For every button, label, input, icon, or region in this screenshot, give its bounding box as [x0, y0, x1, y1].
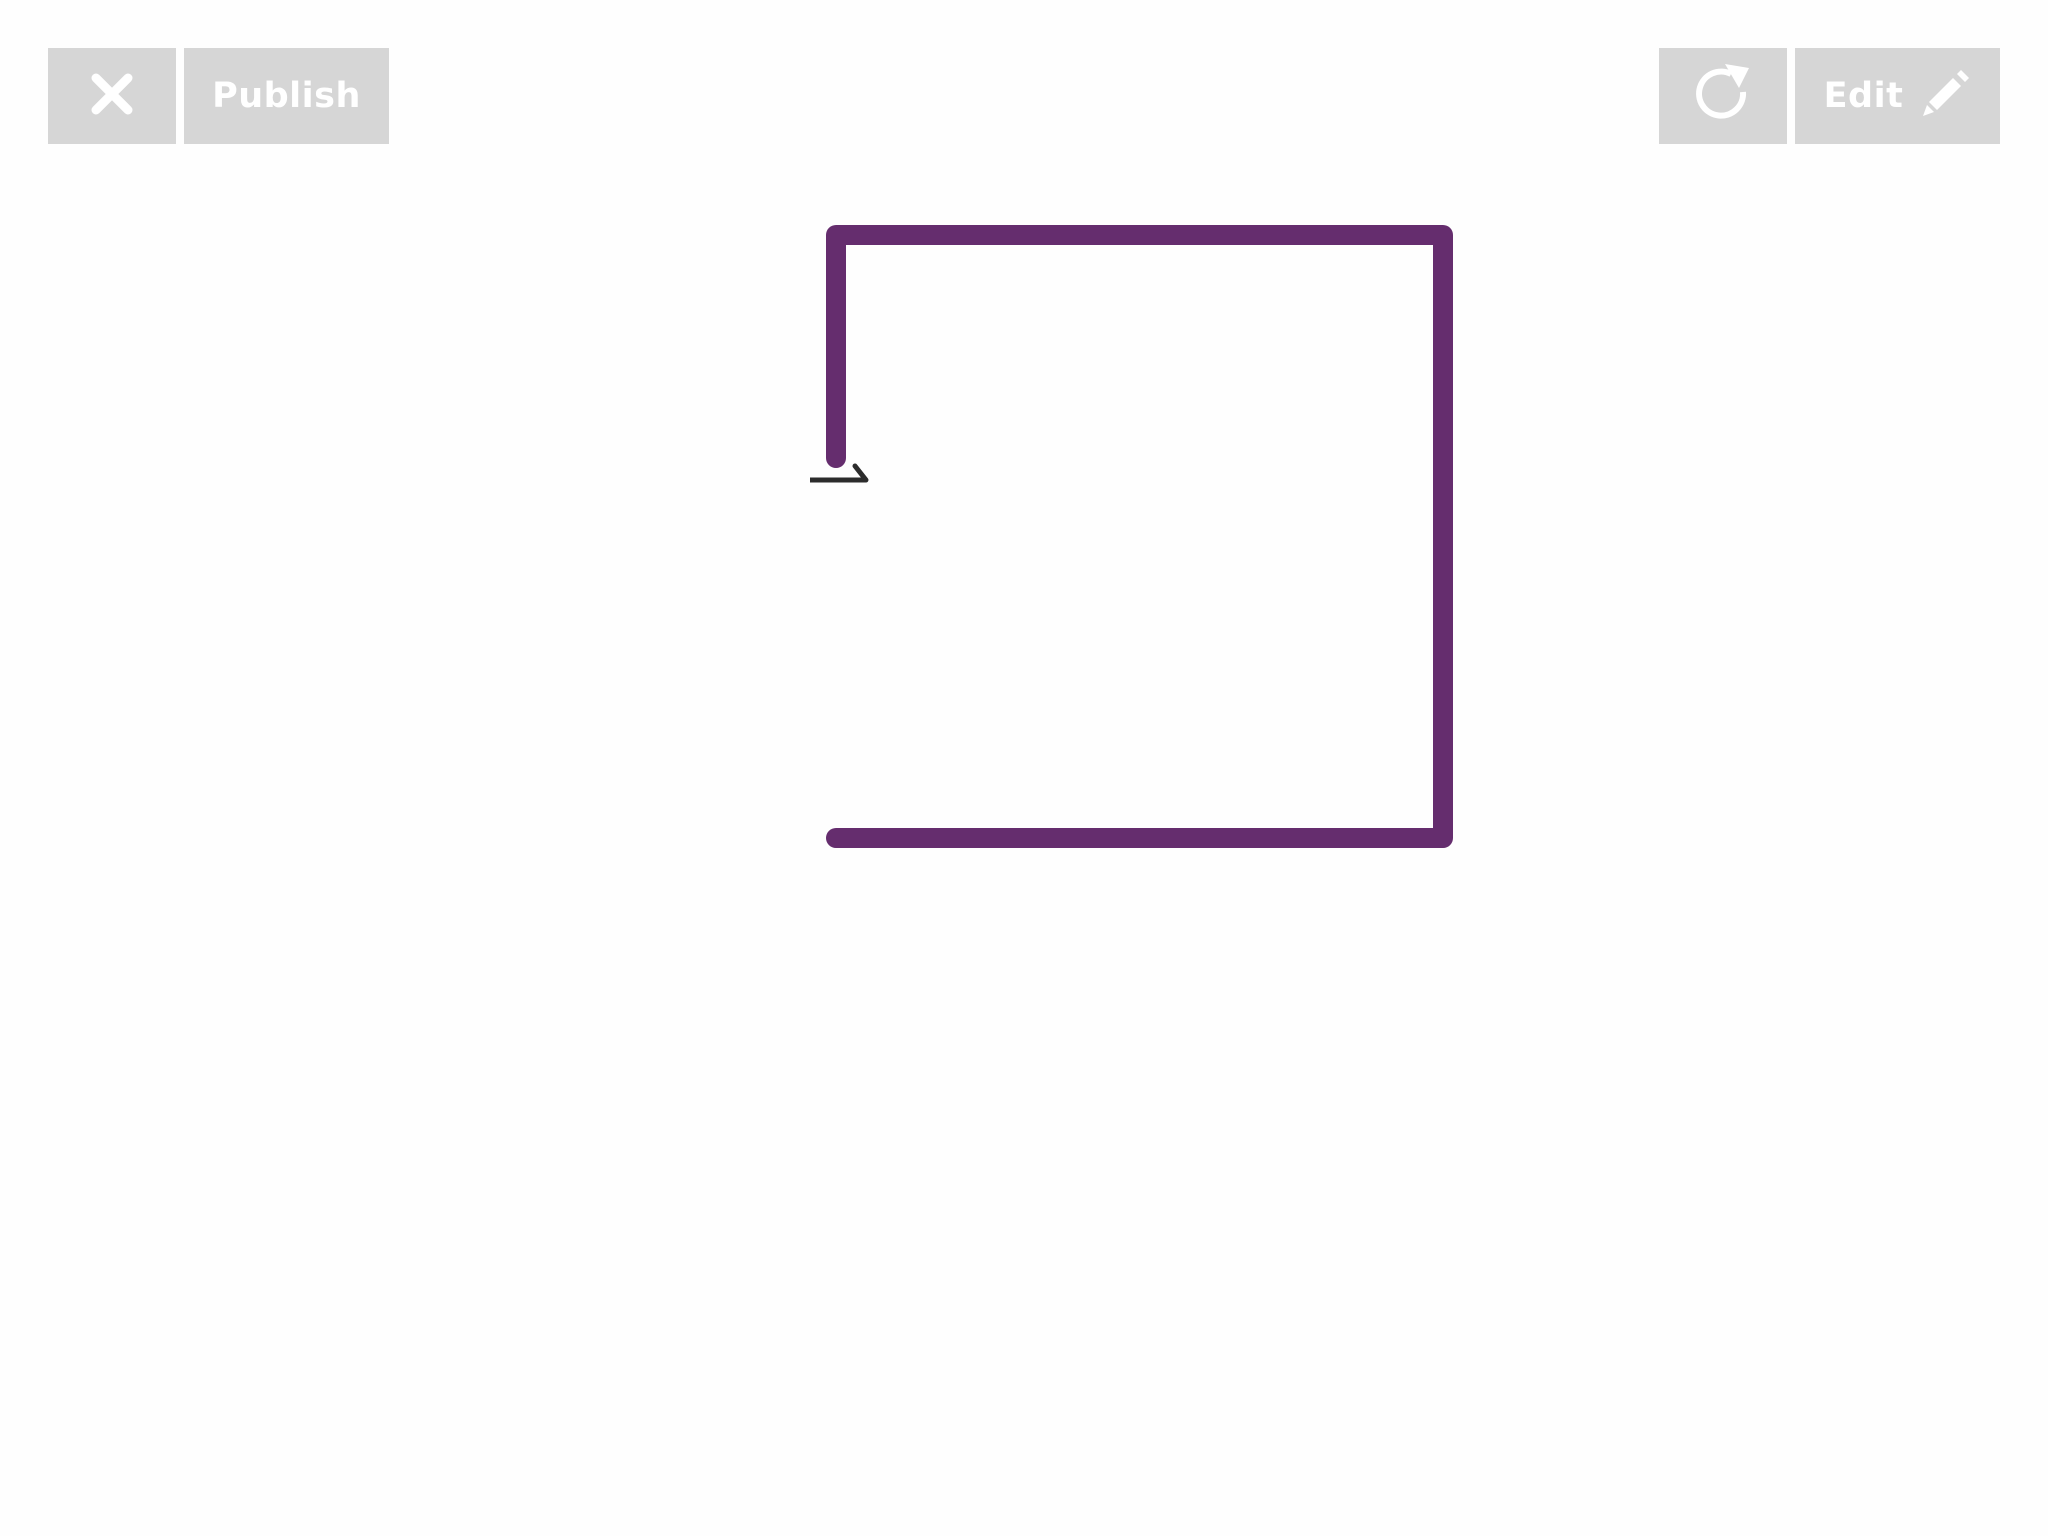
- toolbar-right: Edit: [1659, 48, 2000, 144]
- publish-button[interactable]: Publish: [184, 48, 389, 144]
- close-icon: [90, 72, 134, 121]
- toolbar-left: Publish: [48, 48, 389, 144]
- drawing-canvas[interactable]: [0, 0, 2048, 1536]
- drawing-svg: [810, 225, 1453, 848]
- turtle-start-marker: [810, 463, 869, 483]
- edit-button[interactable]: Edit: [1795, 48, 2000, 144]
- publish-button-label: Publish: [212, 76, 361, 116]
- pencil-icon: [1919, 68, 1971, 125]
- refresh-icon: [1691, 62, 1755, 131]
- close-button[interactable]: [48, 48, 176, 144]
- drawn-path: [826, 225, 1453, 848]
- refresh-button[interactable]: [1659, 48, 1787, 144]
- edit-button-label: Edit: [1823, 76, 1904, 116]
